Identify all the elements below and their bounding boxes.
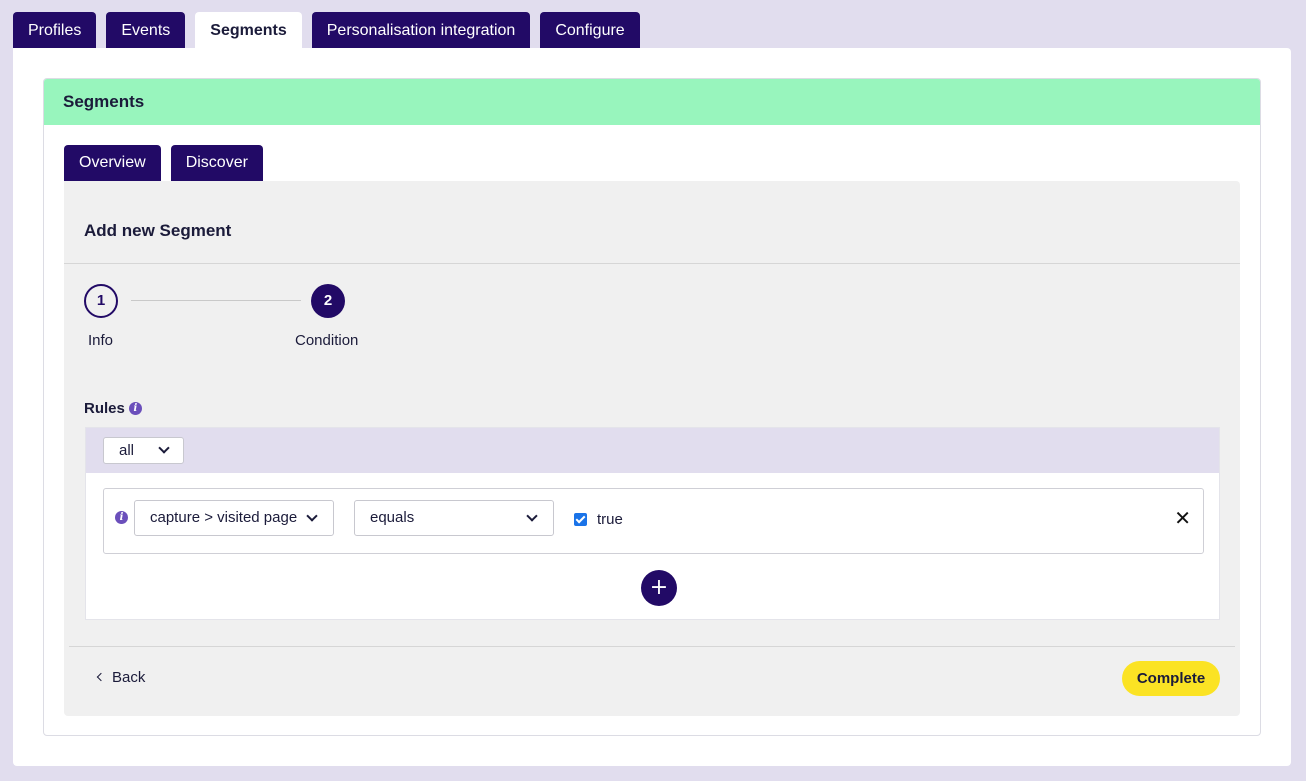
main-panel: Segments Overview Discover Add new Segme…	[13, 48, 1291, 766]
step-1-indicator[interactable]: 1	[84, 284, 118, 318]
match-mode-value: all	[119, 442, 135, 459]
step-connector	[131, 300, 301, 301]
back-label: Back	[112, 669, 146, 686]
chevron-down-icon	[526, 510, 538, 522]
chevron-down-icon	[306, 510, 318, 522]
step-2-indicator[interactable]: 2	[311, 284, 345, 318]
tab-overview[interactable]: Overview	[64, 145, 161, 181]
tab-personalisation-integration[interactable]: Personalisation integration	[311, 12, 531, 48]
footer-divider	[69, 646, 1235, 647]
rules-group-header: all	[86, 428, 1219, 473]
segments-card: Segments Overview Discover Add new Segme…	[43, 78, 1261, 736]
tab-discover[interactable]: Discover	[170, 145, 263, 181]
complete-button[interactable]: Complete	[1122, 661, 1220, 696]
tab-configure[interactable]: Configure	[540, 12, 640, 48]
rules-label-text: Rules	[84, 400, 125, 417]
rules-builder: all i capture > visited page equals true…	[85, 427, 1220, 620]
rule-operator-select[interactable]: equals	[354, 500, 554, 536]
rule-value-label: true	[597, 511, 623, 528]
top-tab-bar: Profiles Events Segments Personalisation…	[13, 12, 640, 48]
rule-field-select[interactable]: capture > visited page	[134, 500, 334, 536]
rules-label: Rules i	[84, 400, 142, 417]
chevron-down-icon	[158, 442, 170, 454]
tab-segments[interactable]: Segments	[195, 12, 302, 48]
tab-events[interactable]: Events	[106, 12, 186, 48]
rule-info-icon[interactable]: i	[115, 511, 128, 524]
segments-header: Segments	[44, 79, 1260, 125]
plus-icon: +	[649, 575, 669, 600]
sub-tab-bar: Overview Discover	[64, 145, 263, 181]
add-rule-button[interactable]: +	[641, 570, 677, 606]
rule-row: i capture > visited page equals true ✕	[103, 488, 1204, 554]
chevron-left-icon	[96, 672, 106, 681]
back-button[interactable]: Back	[96, 669, 146, 686]
step-2-label: Condition	[295, 332, 359, 349]
rule-field-value: capture > visited page	[150, 509, 298, 526]
match-mode-select[interactable]: all	[103, 437, 184, 464]
rule-value-checkbox[interactable]	[574, 513, 587, 526]
rule-operator-value: equals	[370, 509, 415, 526]
tab-profiles[interactable]: Profiles	[13, 12, 97, 48]
step-1-label: Info	[88, 332, 114, 349]
wizard-title: Add new Segment	[84, 221, 232, 240]
info-icon[interactable]: i	[128, 402, 142, 415]
add-segment-wizard: Add new Segment 1 2 Info Condition Rules…	[64, 181, 1240, 716]
divider	[64, 263, 1240, 264]
close-icon[interactable]: ✕	[1174, 508, 1191, 528]
